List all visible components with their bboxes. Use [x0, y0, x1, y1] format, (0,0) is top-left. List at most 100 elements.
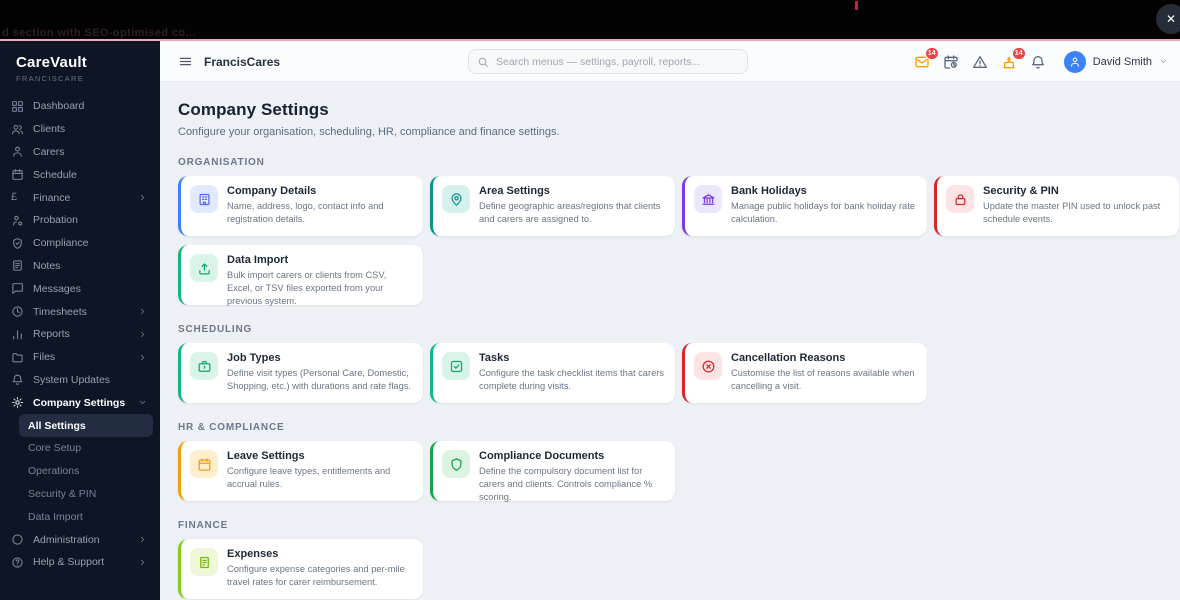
- sidebar-item-finance[interactable]: £ Finance: [0, 186, 160, 209]
- calendar-clock-icon: [943, 54, 959, 73]
- settings-card-bank-holidays[interactable]: Bank Holidays Manage public holidays for …: [682, 176, 927, 236]
- sidebar-item-company-settings[interactable]: Company Settings: [0, 391, 160, 414]
- settings-card-data-import[interactable]: Data Import Bulk import carers or clients…: [178, 245, 423, 306]
- chevron-right-icon: [138, 535, 148, 544]
- sidebar-item-carers[interactable]: Carers: [0, 141, 160, 164]
- users-icon: [11, 123, 24, 136]
- card-body: Company Details Name, address, logo, cont…: [227, 185, 413, 227]
- card-body: Leave Settings Configure leave types, ent…: [227, 450, 413, 492]
- chevron-right-icon: [138, 330, 148, 339]
- settings-card-job-types[interactable]: Job Types Define visit types (Personal Ca…: [178, 343, 423, 403]
- app-title: FrancisCares: [204, 55, 281, 69]
- sidebar-item-label: Help & Support: [33, 556, 105, 569]
- sidebar-item-help-support[interactable]: Help & Support: [0, 551, 160, 574]
- card-title: Compliance Documents: [479, 450, 605, 462]
- topbar-red-mark: [855, 1, 858, 10]
- user-menu[interactable]: David Smith: [1063, 50, 1168, 73]
- sidebar-item-operations[interactable]: Operations: [0, 460, 160, 483]
- sidebar-item-messages[interactable]: Messages: [0, 277, 160, 300]
- app-header: FrancisCares 14 14 David Smith: [160, 41, 1180, 82]
- shield-check-icon: [11, 237, 24, 250]
- card-title: Area Settings: [479, 185, 550, 197]
- sidebar-item-core-setup[interactable]: Core Setup: [0, 437, 160, 460]
- avatar: [1063, 50, 1086, 73]
- bell-button[interactable]: [1030, 54, 1046, 70]
- sidebar-item-label: Clients: [33, 123, 66, 136]
- receipt-icon: [190, 548, 218, 576]
- notification-badge: 14: [924, 46, 939, 60]
- card-description: Define the compulsory document list for …: [479, 466, 653, 503]
- section-heading: HR & COMPLIANCE: [178, 422, 285, 433]
- section-heading: SCHEDULING: [178, 324, 253, 335]
- sidebar-item-label: Carers: [33, 145, 65, 158]
- card-body: Bank Holidays Manage public holidays for …: [731, 185, 917, 227]
- mail-icon: [914, 56, 930, 73]
- calendar-clock-button[interactable]: [943, 54, 959, 70]
- settings-card-area-settings[interactable]: Area Settings Define geographic areas/reg…: [430, 176, 675, 236]
- sidebar-item-probation[interactable]: Probation: [0, 209, 160, 232]
- settings-card-leave-settings[interactable]: Leave Settings Configure leave types, ent…: [178, 441, 423, 501]
- card-title: Tasks: [479, 352, 510, 364]
- sidebar-item-label: Dashboard: [33, 100, 85, 113]
- check-square-icon: [442, 352, 470, 380]
- section-finance: FINANCE Expenses Configure expense categor…: [178, 520, 1180, 599]
- settings-card-expenses[interactable]: Expenses Configure expense categories and…: [178, 539, 423, 599]
- card-title: Data Import: [227, 254, 289, 266]
- search-box: [468, 49, 748, 74]
- sidebar-item-dashboard[interactable]: Dashboard: [0, 95, 160, 118]
- sidebar-item-schedule[interactable]: Schedule: [0, 163, 160, 186]
- card-grid: Expenses Configure expense categories and…: [178, 539, 1180, 599]
- x-circle-icon: [694, 352, 722, 380]
- card-body: Cancellation Reasons Customise the list o…: [731, 352, 917, 394]
- sidebar-item-administration[interactable]: Administration: [0, 528, 160, 551]
- folder-icon: [11, 351, 24, 364]
- calendar-icon: [11, 168, 24, 181]
- sidebar-item-system-updates[interactable]: System Updates: [0, 369, 160, 392]
- sidebar-item-notes[interactable]: Notes: [0, 255, 160, 278]
- settings-card-compliance-documents[interactable]: Compliance Documents Define the compulsor…: [430, 441, 675, 503]
- sidebar-item-reports[interactable]: Reports: [0, 323, 160, 346]
- cake-button[interactable]: 14: [1001, 46, 1026, 70]
- person-dot-icon: [11, 214, 24, 227]
- overlay-close-button[interactable]: ✕: [1156, 4, 1180, 34]
- sidebar-item-all-settings[interactable]: All Settings: [19, 414, 153, 437]
- grid-icon: [11, 100, 24, 113]
- sidebar-item-label: Schedule: [33, 168, 77, 181]
- card-title: Job Types: [227, 352, 281, 364]
- card-body: Data Import Bulk import carers or clients…: [227, 254, 413, 306]
- card-grid: Job Types Define visit types (Personal Ca…: [178, 343, 1180, 403]
- sidebar-item-clients[interactable]: Clients: [0, 118, 160, 141]
- settings-card-cancellation-reasons[interactable]: Cancellation Reasons Customise the list o…: [682, 343, 927, 403]
- sidebar-item-timesheets[interactable]: Timesheets: [0, 300, 160, 323]
- user-name: David Smith: [1092, 55, 1152, 68]
- upload-icon: [190, 254, 218, 282]
- chevron-right-icon: [138, 307, 148, 316]
- search-input[interactable]: [468, 49, 748, 74]
- sidebar-item-files[interactable]: Files: [0, 346, 160, 369]
- page-title: Company Settings: [178, 100, 329, 119]
- sidebar-item-security-pin[interactable]: Security & PIN: [0, 483, 160, 506]
- section-heading: ORGANISATION: [178, 157, 265, 168]
- bell-icon: [11, 373, 24, 386]
- alert-triangle-button[interactable]: [972, 54, 988, 70]
- settings-card-company-details[interactable]: Company Details Name, address, logo, cont…: [178, 176, 423, 236]
- hamburger-menu-icon[interactable]: [178, 54, 193, 69]
- brand: CareVault FRANCISCARE: [0, 41, 160, 91]
- sidebar-item-data-import[interactable]: Data Import: [0, 505, 160, 528]
- mail-button[interactable]: 14: [914, 46, 939, 73]
- settings-card-tasks[interactable]: Tasks Configure the task checklist items …: [430, 343, 675, 403]
- card-description: Define geographic areas/regions that cli…: [479, 201, 661, 225]
- sidebar-item-label: System Updates: [33, 373, 111, 386]
- brand-subtitle: FRANCISCARE: [16, 74, 85, 83]
- sidebar-item-label: Probation: [33, 214, 78, 227]
- card-title: Bank Holidays: [731, 185, 807, 197]
- sidebar-item-label: Files: [33, 351, 56, 364]
- sidebar-item-label: Messages: [33, 282, 81, 295]
- sidebar-item-compliance[interactable]: Compliance: [0, 232, 160, 255]
- card-description: Name, address, logo, contact info and re…: [227, 201, 384, 225]
- card-body: Security & PIN Update the master PIN used…: [983, 185, 1169, 227]
- brand-name: CareVault: [16, 54, 87, 71]
- settings-card-security-pin[interactable]: Security & PIN Update the master PIN used…: [934, 176, 1179, 236]
- card-description: Configure the task checklist items that …: [479, 368, 664, 392]
- building-icon: [190, 185, 218, 213]
